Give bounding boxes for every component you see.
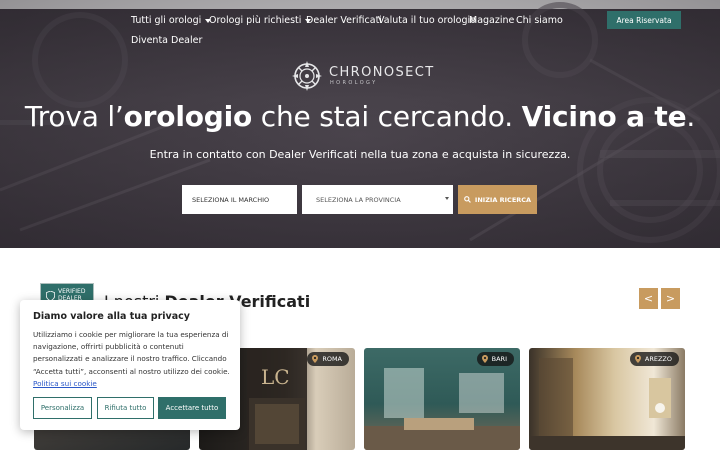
hero-section: Tutti gli orologi Orologi più richiesti … [0, 0, 720, 248]
hero-subline: Entra in contatto con Dealer Verificati … [149, 148, 571, 161]
nav-item-orologi-piu-richiesti[interactable]: Orologi più richiesti [209, 15, 312, 26]
nav-item-tutti-gli-orologi[interactable]: Tutti gli orologi [131, 15, 212, 26]
cookie-policy-link[interactable]: Politica sui cookie [33, 379, 97, 388]
brand-select[interactable]: SELEZIONA IL MARCHIO [182, 185, 297, 214]
carousel-prev-button[interactable]: < [639, 288, 658, 309]
area-riservata-button[interactable]: Area Riservata [607, 11, 681, 29]
cookie-title: Diamo valore alla tua privacy [33, 311, 190, 322]
page: Tutti gli orologi Orologi più richiesti … [0, 0, 720, 450]
customize-cookies-button[interactable]: Personalizza [33, 397, 92, 419]
dealer-card[interactable]: BARI [364, 348, 520, 450]
city-badge: ROMA [307, 352, 349, 366]
accept-all-button[interactable]: Accettare tutto [158, 397, 226, 419]
cookie-text: Utilizziamo i cookie per migliorare la t… [33, 330, 230, 388]
carousel-next-button[interactable]: > [661, 288, 680, 309]
nav-item-chi-siamo[interactable]: Chi siamo [516, 15, 563, 26]
logo-title: CHRONOSECT [329, 65, 435, 80]
dealer-card[interactable]: AREZZO [529, 348, 685, 450]
location-pin-icon [481, 355, 488, 363]
nav-item-diventa-dealer[interactable]: Diventa Dealer [131, 35, 202, 46]
reject-all-button[interactable]: Rifiuta tutto [97, 397, 154, 419]
chronosect-logo-icon [292, 61, 322, 91]
logo-subtitle: HOROLOGY [330, 80, 378, 86]
nav-item-magazine[interactable]: Magazine [469, 15, 514, 26]
nav-item-valuta[interactable]: Valuta il tuo orologio [378, 15, 476, 26]
site-logo[interactable]: CHRONOSECT HOROLOGY [290, 59, 435, 99]
nav-item-dealer-verificati[interactable]: Dealer Verificati [306, 15, 382, 26]
search-button[interactable]: INIZIA RICERCA [458, 185, 537, 214]
search-icon [464, 196, 471, 203]
main-nav: Tutti gli orologi Orologi più richiesti … [0, 9, 720, 59]
city-badge: BARI [476, 352, 514, 366]
city-badge: AREZZO [629, 352, 679, 366]
province-select[interactable]: SELEZIONA LA PROVINCIA [302, 185, 453, 214]
chevron-down-icon [445, 197, 449, 200]
location-pin-icon [312, 355, 319, 363]
location-pin-icon [634, 355, 641, 363]
svg-text:LC: LC [261, 365, 290, 389]
top-strip [0, 0, 720, 9]
hero-headline: Trova l’orologio che stai cercando. Vici… [24, 100, 696, 133]
